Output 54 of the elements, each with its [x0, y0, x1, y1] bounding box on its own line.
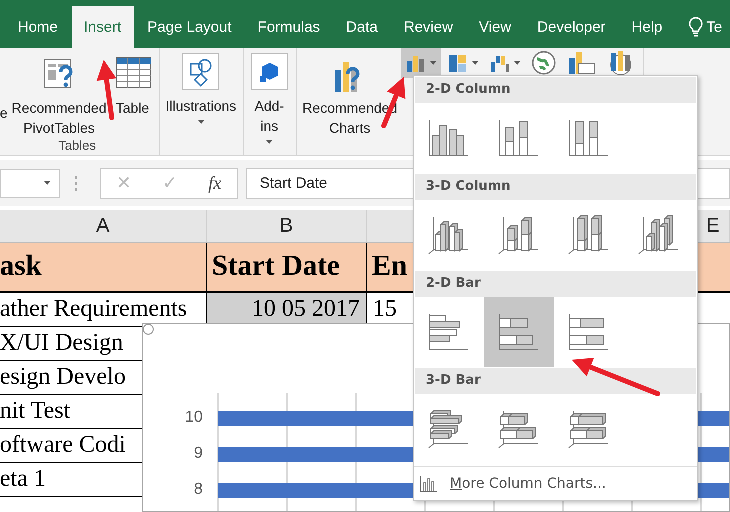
ribbon-tab[interactable]: Help	[620, 6, 675, 48]
column-3d-icon	[498, 215, 540, 255]
resize-handle[interactable]	[143, 324, 154, 335]
caret-icon	[430, 61, 438, 65]
button-label[interactable]: e	[0, 105, 8, 121]
header-cell: Start Date	[207, 243, 367, 291]
more-charts-link[interactable]: More Column Charts...	[450, 476, 606, 492]
group-label: Tables	[58, 138, 98, 155]
bar-3d-icon	[568, 409, 610, 449]
ribbon-button[interactable]: Illustrations	[164, 48, 239, 128]
stacked-bar-icon	[568, 312, 610, 352]
ribbon-tab[interactable]: Developer	[525, 6, 618, 48]
ribbon-tab[interactable]: View	[467, 6, 524, 48]
ribbon-tab[interactable]: Formulas	[246, 6, 332, 48]
clustered-bar-icon	[428, 312, 470, 352]
stacked-bar-icon	[498, 312, 540, 352]
caret-icon	[472, 61, 480, 65]
column-3d-icon	[568, 215, 610, 255]
grip-icon	[74, 175, 78, 191]
bar-3d-icon	[498, 409, 540, 449]
column-header[interactable]: B	[207, 210, 367, 242]
axis-label: 8	[193, 481, 203, 499]
clustered-column-icon	[428, 118, 470, 158]
ribbon-tab[interactable]: Page Layout	[136, 6, 244, 48]
section-header: 2-D Column	[415, 77, 696, 103]
ribbon-tab[interactable]: Home	[6, 6, 70, 48]
lightbulb-icon	[688, 17, 703, 37]
shapes-icon	[181, 52, 222, 92]
ribbon-button[interactable]: Table	[110, 50, 155, 118]
axis-label: 9	[193, 445, 203, 463]
column-3d-icon	[638, 215, 680, 255]
column-3d-icon	[428, 215, 470, 255]
insert-function-button[interactable]: fx	[202, 172, 228, 194]
caret-icon	[44, 181, 51, 185]
cube-icon	[250, 52, 290, 92]
table-cell-text: 15	[372, 295, 398, 324]
stacked-column-icon	[568, 118, 610, 158]
section-header: 2-D Bar	[415, 271, 696, 297]
column-chart-button[interactable]	[401, 48, 442, 78]
header-cell: ask	[0, 243, 207, 291]
section-header: 3-D Column	[415, 174, 696, 200]
bar-3d-icon	[428, 409, 470, 449]
section-header: 3-D Bar	[415, 368, 696, 394]
ribbon-tab[interactable]: Review	[392, 6, 466, 48]
ribbon-tab[interactable]: Insert	[72, 6, 134, 48]
caret-icon	[514, 61, 522, 65]
ribbon-tab[interactable]: Data	[334, 6, 390, 48]
column-chart-icon	[420, 474, 438, 492]
stacked-column-icon	[498, 118, 540, 158]
column-header[interactable]: A	[0, 210, 207, 242]
axis-label: 10	[184, 409, 203, 427]
chart-type-option[interactable]	[484, 297, 554, 367]
ribbon-tab[interactable]: Te	[676, 6, 722, 48]
ribbon-button[interactable]: Add- ins	[248, 48, 292, 148]
